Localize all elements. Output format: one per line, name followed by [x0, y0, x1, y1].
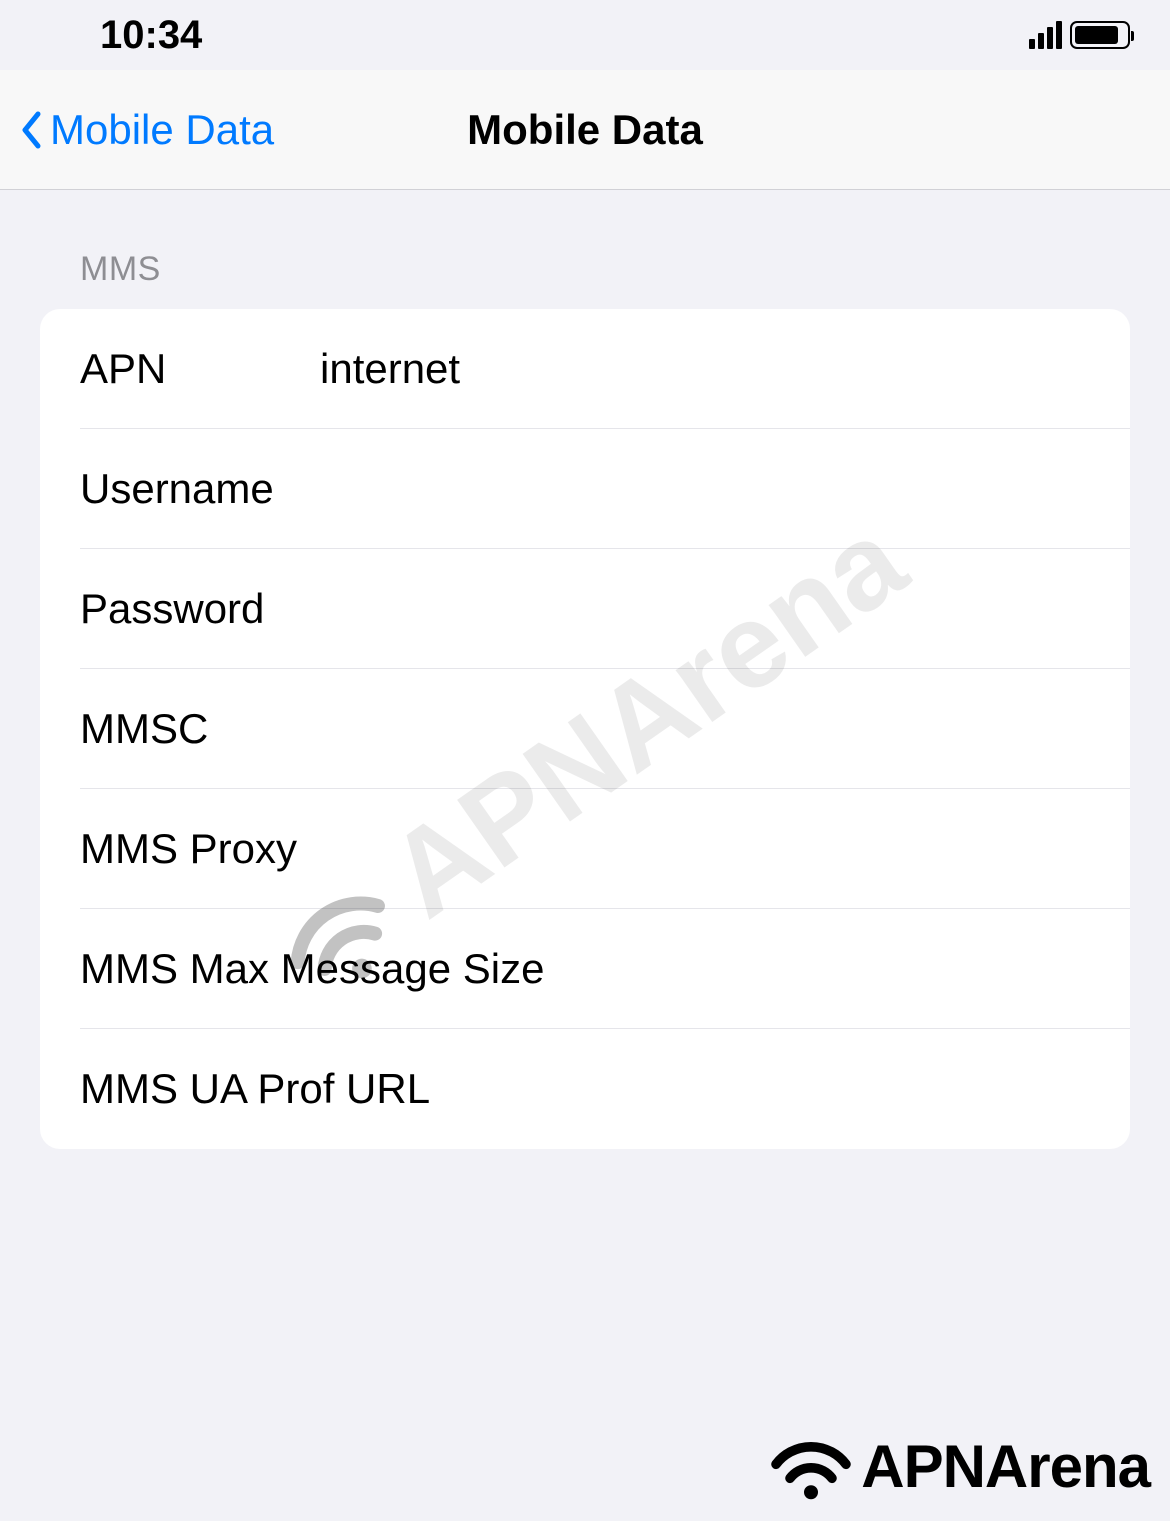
- chevron-left-icon: [20, 111, 42, 149]
- row-password[interactable]: Password: [40, 549, 1130, 669]
- row-mmsc[interactable]: MMSC: [40, 669, 1130, 789]
- label-password: Password: [80, 585, 320, 633]
- row-mms-max-size[interactable]: MMS Max Message Size: [40, 909, 1130, 1029]
- settings-group-mms: APN Username Password MMSC MMS Proxy MMS…: [40, 309, 1130, 1149]
- input-apn[interactable]: [320, 345, 1090, 393]
- label-mms-proxy: MMS Proxy: [80, 825, 1090, 873]
- status-time: 10:34: [100, 13, 202, 58]
- footer-logo: APNArena: [766, 1431, 1150, 1501]
- label-mmsc: MMSC: [80, 705, 320, 753]
- section-header-mms: MMS: [40, 190, 1130, 309]
- row-apn[interactable]: APN: [40, 309, 1130, 429]
- label-mms-ua-prof: MMS UA Prof URL: [80, 1065, 1090, 1113]
- back-button[interactable]: Mobile Data: [20, 106, 274, 154]
- label-mms-max-size: MMS Max Message Size: [80, 945, 1090, 993]
- content-area: MMS APN Username Password MMSC MMS Proxy…: [0, 190, 1170, 1149]
- status-indicators: [1029, 21, 1130, 49]
- label-apn: APN: [80, 345, 320, 393]
- page-title: Mobile Data: [467, 106, 703, 154]
- input-username[interactable]: [320, 465, 1090, 513]
- navigation-bar: Mobile Data Mobile Data: [0, 70, 1170, 190]
- status-bar: 10:34: [0, 0, 1170, 70]
- footer-text: APNArena: [861, 1432, 1150, 1501]
- wifi-icon: [766, 1431, 856, 1501]
- label-username: Username: [80, 465, 320, 513]
- row-username[interactable]: Username: [40, 429, 1130, 549]
- battery-icon: [1070, 21, 1130, 49]
- row-mms-ua-prof[interactable]: MMS UA Prof URL: [40, 1029, 1130, 1149]
- cellular-signal-icon: [1029, 21, 1062, 49]
- input-password[interactable]: [320, 585, 1090, 633]
- back-label: Mobile Data: [50, 106, 274, 154]
- row-mms-proxy[interactable]: MMS Proxy: [40, 789, 1130, 909]
- input-mmsc[interactable]: [320, 705, 1090, 753]
